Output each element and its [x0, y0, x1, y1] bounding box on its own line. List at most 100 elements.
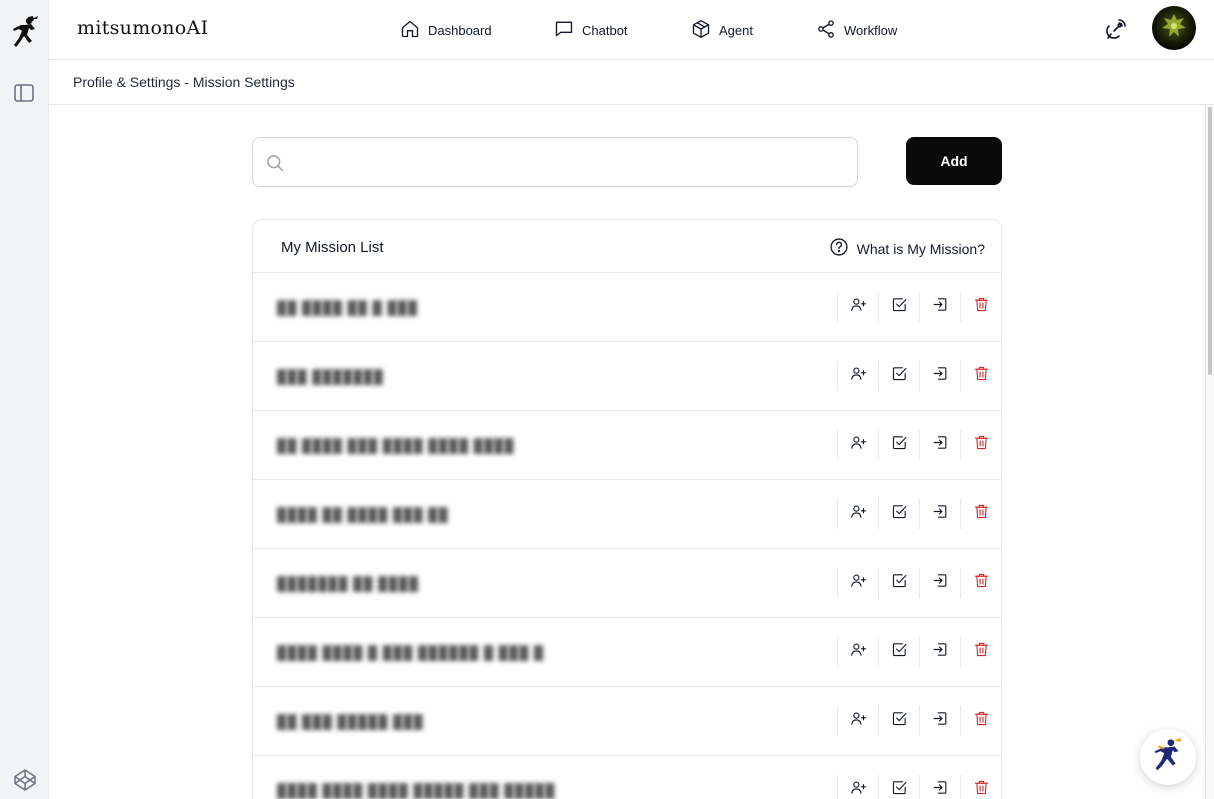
trash-icon — [973, 296, 990, 318]
mission-row[interactable]: ██ ███ █████ ███ — [253, 687, 1001, 756]
what-is-mission-link[interactable]: What is My Mission? — [829, 237, 985, 260]
delete-mission-button[interactable] — [960, 292, 1001, 322]
mission-row[interactable]: ████ ██ ████ ███ ██ — [253, 480, 1001, 549]
apply-mission-button[interactable] — [919, 706, 960, 736]
mission-actions — [837, 775, 1001, 799]
nav-agent[interactable]: Agent — [691, 0, 753, 60]
mission-row[interactable]: ███████ ██ ████ — [253, 549, 1001, 618]
select-mission-button[interactable] — [878, 292, 919, 322]
sign-in-icon — [932, 710, 949, 732]
mission-list-card: My Mission List What is My Mission? ██ █… — [252, 219, 1002, 799]
scrollbar[interactable] — [1205, 105, 1214, 799]
mission-row[interactable]: ██ ████ ██ █ ███ — [253, 273, 1001, 342]
share-icon — [816, 19, 836, 42]
share-user-button[interactable] — [837, 292, 878, 322]
delete-mission-button[interactable] — [960, 499, 1001, 529]
avatar[interactable] — [1152, 6, 1196, 50]
apply-mission-button[interactable] — [919, 292, 960, 322]
apply-mission-button[interactable] — [919, 361, 960, 391]
breadcrumb: Profile & Settings - Mission Settings — [73, 74, 295, 90]
select-mission-button[interactable] — [878, 499, 919, 529]
mission-name-text: ██ ███ █████ ███ — [277, 713, 424, 729]
mission-name-text: ██ ████ ██ █ ███ — [277, 299, 418, 315]
trash-icon — [973, 641, 990, 663]
share-user-button[interactable] — [837, 637, 878, 667]
check-square-icon — [891, 434, 908, 456]
user-plus-icon — [850, 296, 867, 318]
sign-in-icon — [932, 503, 949, 525]
select-mission-button[interactable] — [878, 361, 919, 391]
nav-chatbot-label: Chatbot — [582, 22, 628, 38]
share-user-button[interactable] — [837, 499, 878, 529]
mission-row[interactable]: ███ ███████ — [253, 342, 1001, 411]
apply-mission-button[interactable] — [919, 499, 960, 529]
search-input[interactable] — [295, 139, 851, 185]
select-mission-button[interactable] — [878, 568, 919, 598]
share-user-button[interactable] — [837, 775, 878, 799]
apply-mission-button[interactable] — [919, 775, 960, 799]
delete-mission-button[interactable] — [960, 430, 1001, 460]
ninja-logo-icon[interactable] — [8, 14, 42, 50]
nav-dashboard-label: Dashboard — [428, 22, 492, 38]
share-user-button[interactable] — [837, 706, 878, 736]
share-user-button[interactable] — [837, 361, 878, 391]
user-plus-icon — [850, 572, 867, 594]
cube-icon — [691, 19, 711, 42]
add-button[interactable]: Add — [906, 137, 1002, 185]
mission-row[interactable]: ████ ████ █ ███ ██████ █ ███ █ — [253, 618, 1001, 687]
share-user-button[interactable] — [837, 568, 878, 598]
nav-workflow-label: Workflow — [844, 22, 898, 38]
apply-mission-button[interactable] — [919, 568, 960, 598]
check-square-icon — [891, 779, 908, 799]
mission-actions — [837, 637, 1001, 667]
brand-name: mitsumonoAI — [77, 17, 209, 39]
nav-agent-label: Agent — [719, 22, 753, 38]
mission-name: ███████ ██ ████ — [277, 575, 419, 591]
delete-mission-button[interactable] — [960, 361, 1001, 391]
delete-mission-button[interactable] — [960, 775, 1001, 799]
assistant-fab-button[interactable] — [1140, 729, 1196, 785]
check-square-icon — [891, 710, 908, 732]
mission-name: ██ ███ █████ ███ — [277, 713, 424, 729]
check-square-icon — [891, 296, 908, 318]
delete-mission-button[interactable] — [960, 568, 1001, 598]
nav-chatbot[interactable]: Chatbot — [554, 0, 628, 60]
user-plus-icon — [850, 641, 867, 663]
check-square-icon — [891, 503, 908, 525]
mission-rows: ██ ████ ██ █ ███ ███ ███████ ██ ████ ███ █… — [253, 273, 1001, 799]
satellite-icon[interactable] — [1104, 17, 1128, 41]
left-rail — [0, 0, 49, 799]
user-plus-icon — [850, 434, 867, 456]
user-plus-icon — [850, 365, 867, 387]
mission-name: ████ ████ ████ █████ ███ █████ — [277, 782, 555, 798]
mission-row[interactable]: ██ ████ ███ ████ ████ ████ — [253, 411, 1001, 480]
select-mission-button[interactable] — [878, 706, 919, 736]
mission-name: ████ ██ ████ ███ ██ — [277, 506, 449, 522]
select-mission-button[interactable] — [878, 637, 919, 667]
delete-mission-button[interactable] — [960, 706, 1001, 736]
mission-name-text: ████ ██ ████ ███ ██ — [277, 506, 449, 522]
select-mission-button[interactable] — [878, 430, 919, 460]
sidebar-toggle-icon[interactable] — [13, 82, 35, 104]
codepen-icon[interactable] — [13, 768, 37, 792]
question-circle-icon — [829, 237, 849, 260]
nav-workflow[interactable]: Workflow — [816, 0, 897, 60]
apply-mission-button[interactable] — [919, 637, 960, 667]
check-square-icon — [891, 365, 908, 387]
mission-actions — [837, 706, 1001, 736]
delete-mission-button[interactable] — [960, 637, 1001, 667]
mission-name-text: ███ ███████ — [277, 368, 384, 384]
apply-mission-button[interactable] — [919, 430, 960, 460]
mission-name-text: ████ ████ ████ █████ ███ █████ — [277, 782, 556, 798]
sign-in-icon — [932, 434, 949, 456]
scrollbar-thumb[interactable] — [1208, 107, 1212, 375]
select-mission-button[interactable] — [878, 775, 919, 799]
mission-row[interactable]: ████ ████ ████ █████ ███ █████ — [253, 756, 1001, 799]
trash-icon — [973, 434, 990, 456]
breadcrumb-bar: Profile & Settings - Mission Settings — [49, 60, 1214, 105]
ninja-runner-icon — [1149, 736, 1187, 779]
mission-actions — [837, 292, 1001, 322]
trash-icon — [973, 710, 990, 732]
share-user-button[interactable] — [837, 430, 878, 460]
nav-dashboard[interactable]: Dashboard — [400, 0, 492, 60]
